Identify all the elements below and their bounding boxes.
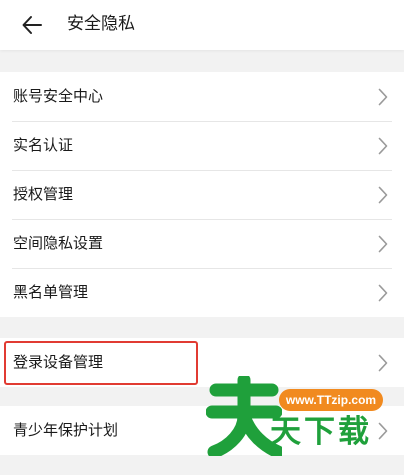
watermark-url: www.TTzip.com [279, 389, 383, 411]
chevron-right-icon [378, 186, 388, 204]
top-bar: 安全隐私 [0, 0, 404, 50]
page-title: 安全隐私 [67, 14, 135, 34]
chevron-right-icon [378, 235, 388, 253]
menu-item-blacklist[interactable]: 黑名单管理 [0, 268, 404, 317]
watermark-text: 天下载 [270, 414, 372, 450]
menu-item-label: 账号安全中心 [13, 87, 104, 105]
chevron-right-icon [378, 354, 388, 372]
chevron-right-icon [378, 422, 388, 440]
menu-item-authorization[interactable]: 授权管理 [0, 170, 404, 219]
arrow-left-icon [22, 16, 42, 34]
menu-item-label: 黑名单管理 [13, 283, 89, 301]
menu-item-real-name[interactable]: 实名认证 [0, 121, 404, 170]
menu-item-label: 青少年保护计划 [13, 421, 119, 439]
menu-item-account-security[interactable]: 账号安全中心 [0, 72, 404, 121]
settings-group-main: 账号安全中心 实名认证 授权管理 空间隐私设置 黑名单管理 [0, 72, 404, 317]
back-button[interactable] [12, 5, 52, 45]
highlight-box [4, 341, 198, 385]
chevron-right-icon [378, 137, 388, 155]
menu-item-space-privacy[interactable]: 空间隐私设置 [0, 219, 404, 268]
menu-item-label: 实名认证 [13, 136, 74, 154]
menu-item-label: 授权管理 [13, 185, 74, 203]
chevron-right-icon [378, 284, 388, 302]
chevron-right-icon [378, 88, 388, 106]
menu-item-label: 空间隐私设置 [13, 234, 104, 252]
